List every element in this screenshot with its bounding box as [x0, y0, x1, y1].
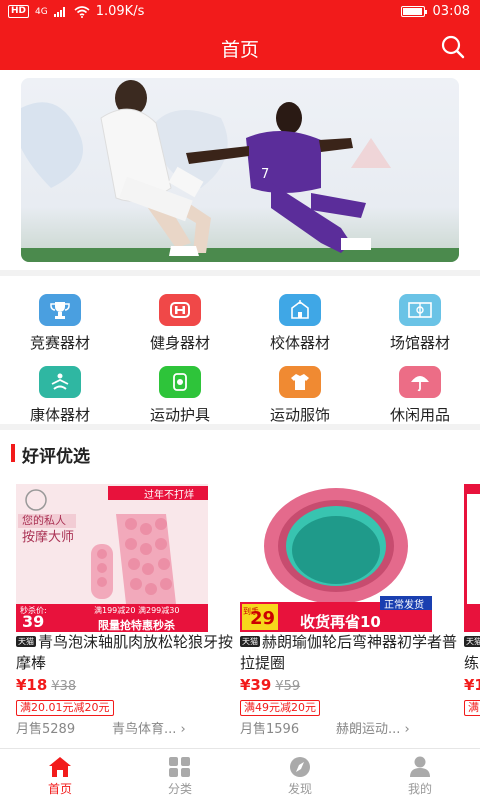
product-title-text: 练	[464, 654, 480, 672]
tmall-badge: 天猫	[464, 636, 480, 647]
section-accent-bar	[11, 444, 15, 462]
recommended-section: 好评优选 过年不打烊 您的私人 按摩大师 秒杀价: 39 满199减20 满29…	[0, 430, 480, 748]
promo-tag: 过年不打烊	[144, 490, 194, 501]
promo-deal: 满199减20 满299减30	[94, 606, 180, 615]
field-icon	[399, 294, 441, 326]
coupon-badge: 满20.01元减20元	[16, 700, 114, 716]
category-label: 运动护具	[149, 406, 210, 424]
tmall-badge: 天猫	[240, 636, 260, 647]
signal-icon	[53, 7, 65, 17]
user-icon	[410, 756, 430, 777]
banner-image[interactable]: 7	[21, 78, 459, 262]
page-title: 首页	[220, 39, 259, 61]
grid-icon	[169, 757, 190, 777]
product-price: ¥1	[464, 676, 480, 694]
status-bar: HD 4G 1.09K/s 03:08	[0, 0, 480, 24]
category-protective[interactable]: 运动护具	[120, 356, 240, 426]
promo-banner-text: 限量抢特惠秒杀	[98, 619, 175, 632]
signal-label: 4G	[35, 6, 48, 17]
category-label: 休闲用品	[389, 406, 450, 424]
product-image[interactable]: 过年不打烊 您的私人 按摩大师 秒杀价: 39 满199减20 满299减30 …	[16, 484, 208, 632]
shop-link[interactable]: 青鸟体育... ›	[112, 718, 186, 737]
category-grid: 竞赛器材 健身器材 校体器材 场馆器材 康体器材 运动护具 运动服饰 休闲用品	[0, 276, 480, 424]
coupon-badge: 满	[464, 700, 480, 716]
category-label: 健身器材	[149, 334, 210, 352]
category-label: 运动服饰	[269, 406, 330, 424]
tab-category[interactable]: 分类	[120, 749, 240, 800]
umbrella-icon	[399, 366, 441, 398]
price-current: ¥1	[464, 676, 480, 694]
tab-mine[interactable]: 我的	[360, 749, 480, 800]
category-label: 校体器材	[269, 334, 330, 352]
shirt-icon	[279, 366, 321, 398]
coupon-badge: 满49元减20元	[240, 700, 320, 716]
jersey-text: 7	[261, 167, 269, 182]
price-original: ¥38	[51, 679, 77, 694]
school-icon	[279, 294, 321, 326]
category-leisure[interactable]: 休闲用品	[360, 356, 480, 426]
tab-label: 首页	[47, 782, 72, 796]
bottom-tab-bar: 首页 分类 发现 我的	[0, 748, 480, 800]
tab-home[interactable]: 首页	[0, 749, 120, 800]
yoga-icon	[39, 366, 81, 398]
price-current: ¥18	[16, 676, 48, 694]
product-title[interactable]: 天猫 青鸟泡沫轴肌肉放松轮狼牙按摩棒	[16, 632, 236, 674]
battery-icon	[400, 6, 427, 17]
promo-tag: 正常发货	[384, 600, 424, 611]
category-wellness[interactable]: 康体器材	[0, 356, 120, 426]
section-title: 好评优选	[22, 447, 90, 467]
category-school[interactable]: 校体器材	[240, 284, 360, 354]
promo-line2: 按摩大师	[22, 530, 75, 545]
home-icon	[49, 757, 71, 777]
compass-icon	[290, 757, 310, 777]
shop-link[interactable]: 赫朗运动... ›	[336, 718, 410, 737]
category-label: 场馆器材	[389, 334, 450, 352]
tab-label: 我的	[407, 782, 432, 796]
banner-section: 7	[0, 70, 480, 270]
clock: 03:08	[432, 4, 470, 19]
category-label: 康体器材	[29, 406, 90, 424]
product-image[interactable]	[464, 484, 480, 632]
category-label: 竞赛器材	[29, 334, 90, 352]
product-title-text: 青鸟泡沫轴肌肉放松轮狼牙按摩棒	[16, 633, 234, 672]
category-venue[interactable]: 场馆器材	[360, 284, 480, 354]
tmall-badge: 天猫	[16, 636, 36, 647]
product-price: ¥39 ¥59	[240, 676, 300, 694]
monthly-sales: 月售1596	[240, 722, 300, 737]
knee-guard-icon	[159, 366, 201, 398]
product-image[interactable]: 到手 29 正常发货 收货再省10	[240, 484, 432, 632]
app-header: 首页	[0, 24, 480, 70]
search-icon[interactable]	[440, 34, 466, 60]
category-apparel[interactable]: 运动服饰	[240, 356, 360, 426]
price-original: ¥59	[275, 679, 301, 694]
monthly-sales: 月售5289	[16, 722, 76, 737]
price-current: ¥39	[240, 676, 272, 694]
product-title[interactable]: 天猫练	[464, 632, 480, 674]
promo-price: 39	[22, 612, 45, 631]
promo-price: 29	[250, 608, 276, 629]
hd-badge: HD	[8, 5, 30, 18]
product-title[interactable]: 天猫 赫朗瑜伽轮后弯神器初学者普拉提圈	[240, 632, 460, 674]
tab-label: 分类	[167, 782, 192, 796]
trophy-icon	[39, 294, 81, 326]
promo-banner-text: 收货再省10	[300, 613, 381, 631]
network-speed: 1.09K/s	[95, 4, 145, 19]
category-competition[interactable]: 竞赛器材	[0, 284, 120, 354]
product-price: ¥18 ¥38	[16, 676, 76, 694]
fitness-icon	[159, 294, 201, 326]
wifi-icon	[74, 5, 90, 18]
product-title-text: 赫朗瑜伽轮后弯神器初学者普拉提圈	[240, 633, 458, 672]
tab-label: 发现	[287, 782, 312, 796]
tab-discover[interactable]: 发现	[240, 749, 360, 800]
category-fitness[interactable]: 健身器材	[120, 284, 240, 354]
